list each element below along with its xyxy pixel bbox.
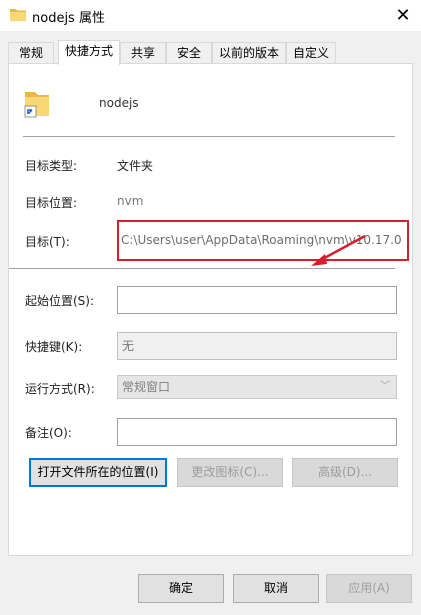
tab-general[interactable]: 常规 xyxy=(8,42,54,64)
tab-shortcut[interactable]: 快捷方式 xyxy=(58,40,120,65)
target-label: 目标(T): xyxy=(25,235,70,249)
comment-field[interactable] xyxy=(117,418,397,446)
tab-sharing[interactable]: 共享 xyxy=(120,42,166,64)
start-in-field[interactable] xyxy=(117,286,397,314)
ok-button[interactable]: 确定 xyxy=(138,574,224,603)
title-bar: nodejs 属性 ✕ xyxy=(0,0,421,31)
target-location-value: nvm xyxy=(117,194,144,208)
advanced-button[interactable]: 高级(D)... xyxy=(292,458,398,487)
tab-customize[interactable]: 自定义 xyxy=(286,42,336,64)
start-in-label: 起始位置(S): xyxy=(25,294,95,308)
open-file-location-button[interactable]: 打开文件所在的位置(I) xyxy=(29,458,167,487)
window-title: nodejs 属性 xyxy=(32,11,105,26)
shortcut-name: nodejs xyxy=(99,96,139,110)
change-icon-button[interactable]: 更改图标(C)... xyxy=(177,458,283,487)
divider xyxy=(9,268,395,269)
divider xyxy=(23,136,395,137)
tab-strip: 常规 快捷方式 共享 安全 以前的版本 自定义 xyxy=(8,40,413,65)
comment-label: 备注(O): xyxy=(25,426,72,440)
close-button[interactable]: ✕ xyxy=(385,0,421,31)
cancel-button[interactable]: 取消 xyxy=(233,574,319,603)
apply-button[interactable]: 应用(A) xyxy=(326,574,412,603)
shortcut-panel: nodejs 目标类型: 文件夹 目标位置: nvm 目标(T): C:\Use… xyxy=(8,63,413,556)
tab-security[interactable]: 安全 xyxy=(166,42,212,64)
shortcut-folder-icon xyxy=(24,92,49,118)
tab-previous-versions[interactable]: 以前的版本 xyxy=(212,42,286,64)
target-type-value: 文件夹 xyxy=(117,159,154,173)
run-select[interactable]: 常规窗口 ﹀ xyxy=(117,375,397,399)
red-arrow-annotation xyxy=(311,234,366,266)
hotkey-label: 快捷键(K): xyxy=(25,340,83,354)
hotkey-field[interactable]: 无 xyxy=(117,332,397,360)
run-label: 运行方式(R): xyxy=(25,382,95,396)
folder-icon xyxy=(10,9,26,21)
run-select-value: 常规窗口 xyxy=(122,380,171,394)
target-location-label: 目标位置: xyxy=(25,196,78,210)
close-icon: ✕ xyxy=(395,5,411,26)
chevron-down-icon: ﹀ xyxy=(380,381,390,392)
target-type-label: 目标类型: xyxy=(25,159,78,173)
